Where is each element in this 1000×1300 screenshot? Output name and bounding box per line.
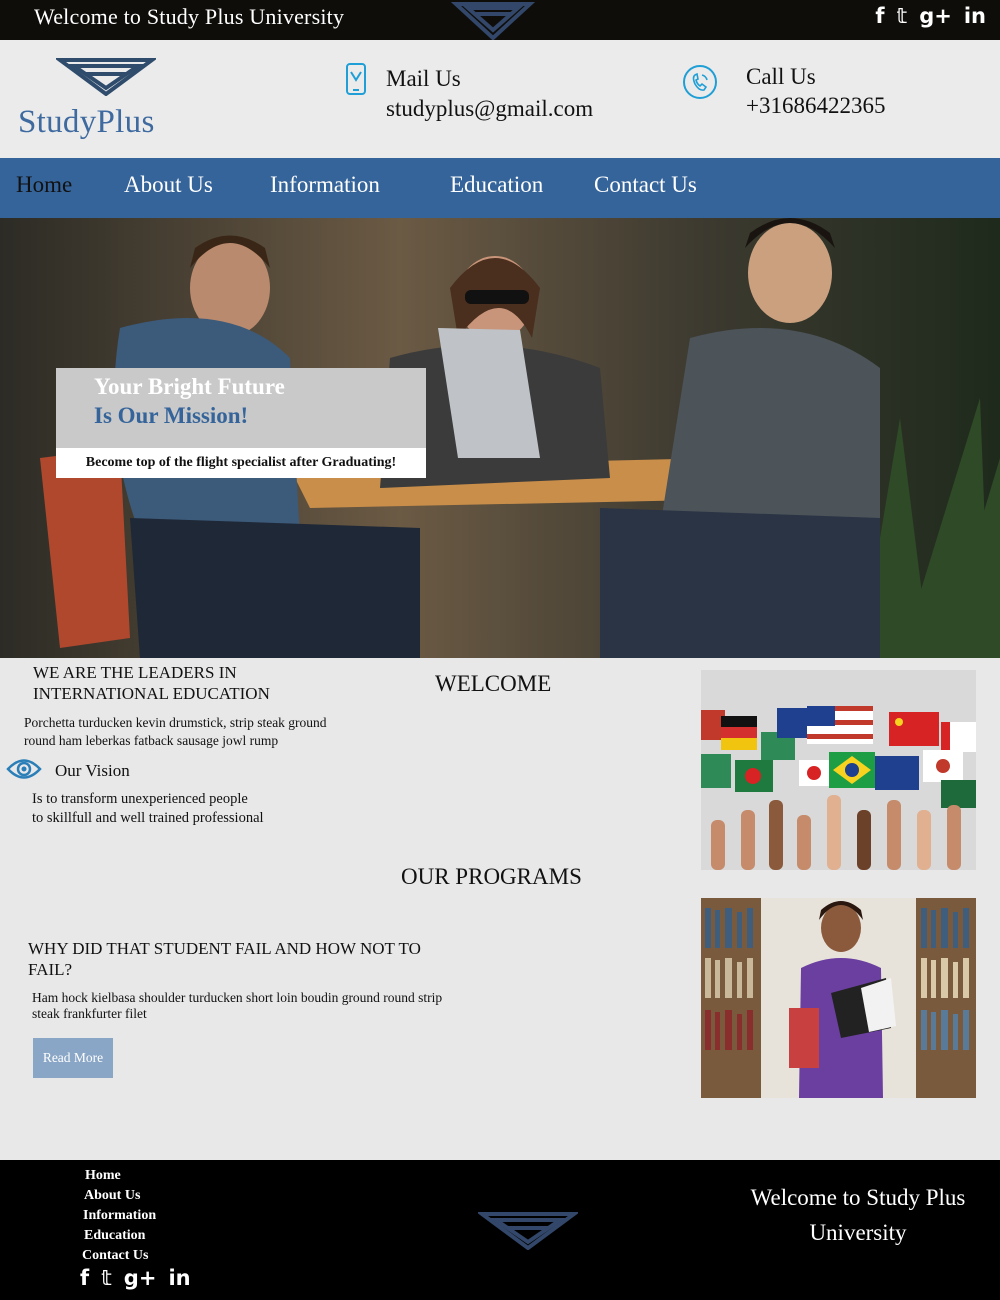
brand-name[interactable]: StudyPlus xyxy=(18,104,155,141)
phone-ring-icon xyxy=(683,65,717,99)
leaders-heading: WE ARE THE LEADERS IN INTERNATIONAL EDUC… xyxy=(33,662,270,704)
leaders-text-line1: Porchetta turducken kevin drumstick, str… xyxy=(24,715,327,730)
call-label: Call Us xyxy=(746,64,816,89)
nav-contact-us[interactable]: Contact Us xyxy=(594,172,697,198)
leaders-text-line2: round ham leberkas fatback sausage jowl … xyxy=(24,733,279,748)
programs-heading: OUR PROGRAMS xyxy=(401,864,582,889)
hero-subtitle: Become top of the flight specialist afte… xyxy=(56,448,426,478)
footer-welcome-line2: University xyxy=(809,1220,907,1245)
vision-text-line2: to skillfull and well trained profession… xyxy=(32,810,264,826)
call-value[interactable]: +31686422365 xyxy=(746,93,885,119)
footer-social-links: f 𝕥 g+ in xyxy=(80,1266,191,1290)
footer-link-home[interactable]: Home xyxy=(85,1168,156,1188)
mail-value[interactable]: studyplus@gmail.com xyxy=(386,96,593,122)
diamond-logo-icon xyxy=(478,1212,578,1250)
linkedin-icon[interactable]: in xyxy=(964,4,986,28)
leaders-text: Porchetta turducken kevin drumstick, str… xyxy=(24,714,327,750)
phone-mail-icon xyxy=(346,63,366,95)
program-text: Ham hock kielbasa shoulder turducken sho… xyxy=(32,990,443,1021)
footer-links: Home About Us Information Education Cont… xyxy=(82,1168,156,1268)
flags-image xyxy=(701,670,976,870)
vision-title: Our Vision xyxy=(55,761,130,780)
hero-banner: Your Bright Future Is Our Mission! Becom… xyxy=(0,218,1000,658)
diamond-logo-icon[interactable] xyxy=(56,56,156,96)
student-illustration xyxy=(701,898,976,1098)
mail-label: Mail Us xyxy=(386,66,461,91)
vision-text: Is to transform unexperienced people to … xyxy=(32,790,264,828)
leaders-heading-line2: INTERNATIONAL EDUCATION xyxy=(33,684,270,703)
eye-icon xyxy=(6,759,42,779)
google-plus-icon[interactable]: g+ xyxy=(124,1266,157,1290)
twitter-icon[interactable]: 𝕥 xyxy=(897,4,908,28)
top-bar: Welcome to Study Plus University f 𝕥 g+ … xyxy=(0,0,1000,40)
footer-welcome: Welcome to Study Plus University xyxy=(730,1180,986,1250)
read-more-button[interactable]: Read More xyxy=(33,1038,113,1078)
flags-illustration xyxy=(701,670,976,870)
facebook-icon[interactable]: f xyxy=(80,1266,89,1290)
diamond-logo-icon xyxy=(450,1,536,40)
top-social-links: f 𝕥 g+ in xyxy=(875,4,986,28)
main-nav: Home About Us Information Education Cont… xyxy=(0,158,1000,218)
nav-about-us[interactable]: About Us xyxy=(124,172,213,198)
nav-information[interactable]: Information xyxy=(270,172,380,198)
top-welcome-text: Welcome to Study Plus University xyxy=(34,4,345,29)
footer-link-about-us[interactable]: About Us xyxy=(84,1188,156,1208)
leaders-heading-line1: WE ARE THE LEADERS IN xyxy=(33,663,237,682)
footer-welcome-line1: Welcome to Study Plus xyxy=(750,1185,966,1210)
nav-education[interactable]: Education xyxy=(450,172,543,198)
hero-title-line1: Your Bright Future xyxy=(94,374,285,399)
site-header: StudyPlus Mail Us studyplus@gmail.com Ca… xyxy=(0,40,1000,158)
hero-title-card: Your Bright Future Is Our Mission! xyxy=(56,368,426,448)
vision-text-line1: Is to transform unexperienced people xyxy=(32,791,248,807)
google-plus-icon[interactable]: g+ xyxy=(919,4,952,28)
linkedin-icon[interactable]: in xyxy=(168,1266,190,1290)
footer-link-contact-us[interactable]: Contact Us xyxy=(82,1248,156,1268)
twitter-icon[interactable]: 𝕥 xyxy=(101,1266,112,1290)
footer-link-information[interactable]: Information xyxy=(83,1208,156,1228)
program-heading: WHY DID THAT STUDENT FAIL AND HOW NOT TO… xyxy=(28,939,421,979)
hero-title-line2: Is Our Mission! xyxy=(94,403,249,428)
footer-link-education[interactable]: Education xyxy=(84,1228,156,1248)
site-footer: Home About Us Information Education Cont… xyxy=(0,1160,1000,1300)
student-image xyxy=(701,898,976,1098)
nav-home[interactable]: Home xyxy=(16,172,72,198)
welcome-heading: WELCOME xyxy=(435,671,552,696)
facebook-icon[interactable]: f xyxy=(875,4,884,28)
